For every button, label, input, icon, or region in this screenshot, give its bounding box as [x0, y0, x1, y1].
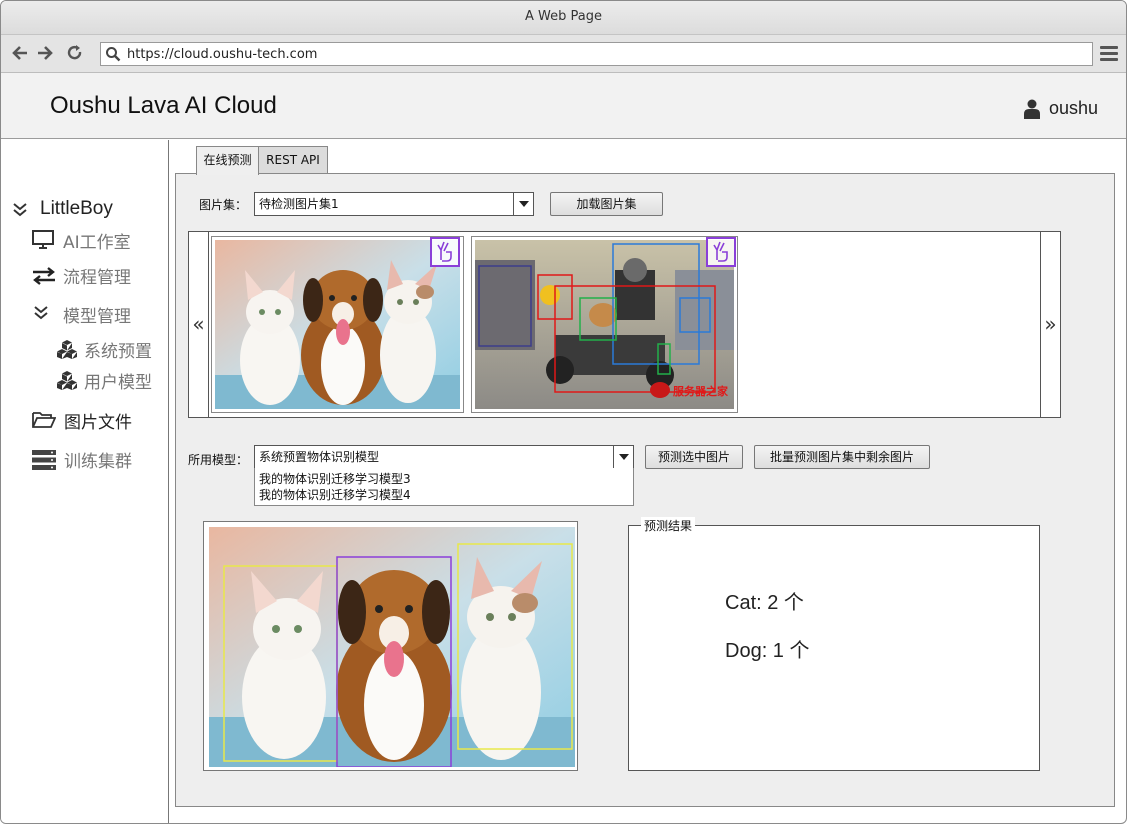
prediction-results: 预测结果 Cat: 2 个 Dog: 1 个	[628, 517, 1040, 771]
sidebar-item-label: 流程管理	[63, 268, 131, 288]
server-icon	[32, 450, 56, 470]
carousel-next-button[interactable]: »	[1040, 232, 1060, 417]
watermark-text: 服务器之家	[673, 384, 729, 398]
tab-online-predict[interactable]: 在线预测	[196, 146, 259, 175]
sidebar-item-label: LittleBoy	[40, 198, 113, 219]
cubes-icon	[57, 340, 77, 359]
cats-and-dog-image	[215, 240, 460, 409]
browser-toolbar: https://cloud.oushu-tech.com	[1, 35, 1126, 73]
result-cat-count: Cat: 2 个	[725, 592, 804, 614]
result-dog-count: Dog: 1 个	[725, 640, 810, 662]
sidebar-item-label: 训练集群	[64, 452, 132, 472]
motorcycle-street-thumbnail[interactable]: 服务器之家	[471, 236, 738, 413]
prediction-preview-image	[209, 527, 575, 767]
chevron-down-icon	[13, 203, 27, 217]
model-options-list: 我的物体识别迁移学习模型3 我的物体识别迁移学习模型4	[254, 468, 634, 506]
carousel-prev-button[interactable]: «	[189, 232, 209, 417]
app-header: Oushu Lava AI Cloud oushu	[1, 73, 1126, 139]
motorcycle-street-image: 服务器之家	[475, 240, 734, 409]
hand-pointer-icon	[706, 237, 736, 267]
user-icon	[1024, 99, 1040, 119]
url-bar[interactable]: https://cloud.oushu-tech.com	[100, 42, 1093, 66]
prediction-preview	[203, 521, 578, 771]
back-icon[interactable]	[10, 43, 30, 63]
batch-predict-button[interactable]: 批量预测图片集中剩余图片	[754, 445, 930, 469]
image-set-label: 图片集：	[199, 198, 248, 212]
hand-pointer-icon	[430, 237, 460, 267]
cubes-icon	[57, 371, 77, 390]
model-value: 系统预置物体识别模型	[259, 450, 380, 464]
browser-window: A Web Page https://cloud.oushu-tech.com …	[0, 0, 1127, 824]
reload-icon[interactable]	[65, 43, 85, 63]
sidebar-item-label: 系统预置	[84, 342, 152, 362]
folder-open-icon	[32, 412, 56, 428]
image-set-value: 待检测图片集1	[259, 197, 339, 211]
hamburger-menu-icon[interactable]	[1100, 46, 1118, 62]
model-label: 所用模型：	[188, 453, 249, 467]
tab-rest-api[interactable]: REST API	[258, 146, 328, 174]
chevron-down-icon[interactable]	[513, 193, 533, 215]
model-option[interactable]: 我的物体识别迁移学习模型4	[259, 486, 411, 503]
sidebar-item-label: AI工作室	[63, 233, 131, 253]
image-set-select[interactable]: 待检测图片集1	[254, 192, 534, 216]
user-name: oushu	[1049, 98, 1099, 118]
forward-icon[interactable]	[35, 43, 55, 63]
search-icon	[106, 47, 121, 62]
model-select[interactable]: 系统预置物体识别模型	[254, 445, 634, 469]
predict-selected-button[interactable]: 预测选中图片	[645, 445, 743, 469]
app-title: Oushu Lava AI Cloud	[50, 92, 277, 119]
chevron-down-icon	[34, 306, 48, 320]
sidebar-item-label: 模型管理	[63, 307, 131, 327]
window-title: A Web Page	[1, 1, 1126, 35]
chevron-down-icon[interactable]	[613, 446, 633, 468]
model-option[interactable]: 我的物体识别迁移学习模型3	[259, 470, 411, 487]
monitor-icon	[32, 230, 54, 249]
load-image-set-button[interactable]: 加载图片集	[550, 192, 663, 216]
sidebar-item-label: 图片文件	[64, 413, 132, 433]
results-legend: 预测结果	[641, 517, 696, 534]
sidebar: LittleBoy AI工作室 流程管理 模型管理 系统预置 用户模型 图片文件	[1, 140, 169, 823]
sidebar-item-label: 用户模型	[84, 373, 152, 393]
swap-arrows-icon	[33, 267, 55, 285]
url-text: https://cloud.oushu-tech.com	[127, 47, 318, 62]
image-carousel: « » 服务器之家	[188, 231, 1061, 418]
cats-and-dog-thumbnail[interactable]	[211, 236, 464, 413]
